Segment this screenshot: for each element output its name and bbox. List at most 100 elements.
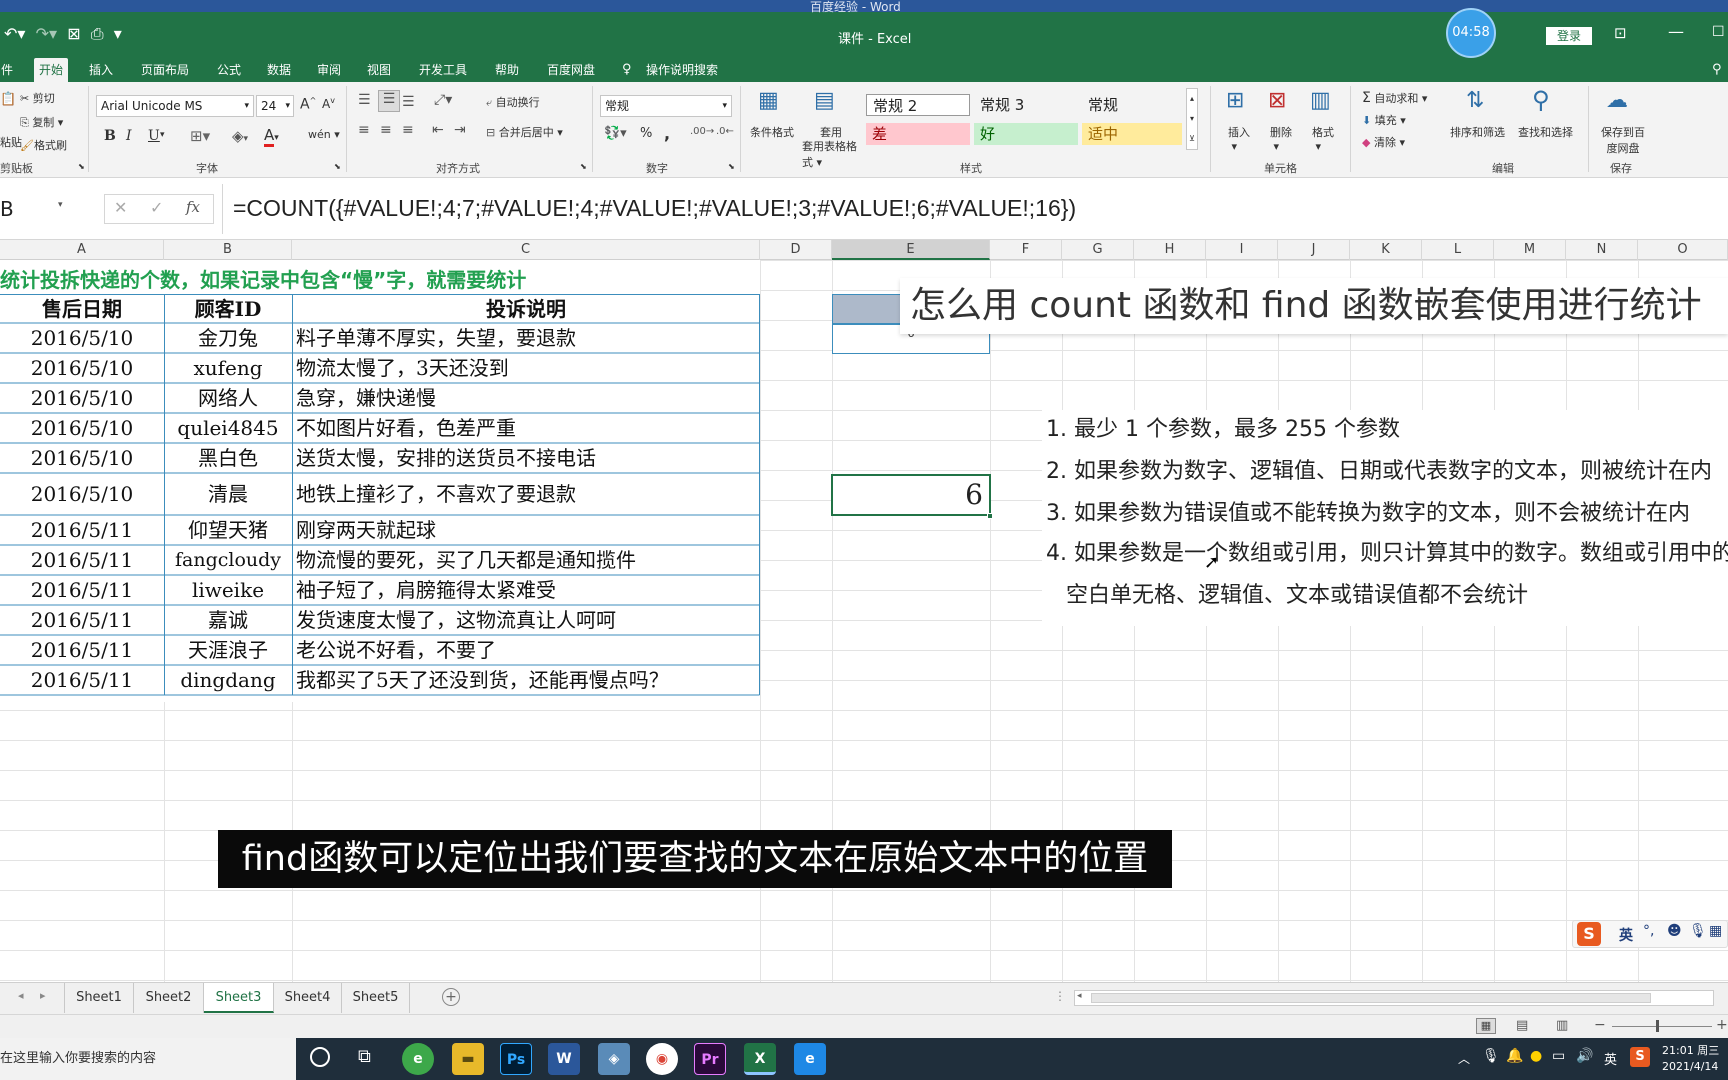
ime-language[interactable]: 英	[1619, 925, 1633, 945]
zoom-out-icon[interactable]: −	[1594, 1017, 1606, 1033]
tab-data[interactable]: 数据	[264, 58, 294, 82]
cut-button[interactable]: ✂ 剪切	[20, 90, 55, 106]
table-cell-complaint[interactable]: 刚穿两天就起球	[296, 516, 756, 544]
increase-indent-icon[interactable]: ⇥	[454, 122, 466, 138]
tray-notify-icon[interactable]: 🔔	[1506, 1048, 1523, 1064]
task-view-icon[interactable]: ⧉	[358, 1046, 371, 1067]
sogou-tray-icon[interactable]: S	[1630, 1047, 1650, 1067]
tray-language[interactable]: 英	[1604, 1049, 1617, 1068]
normal-view-icon[interactable]: ▦	[1476, 1018, 1496, 1034]
clipboard-launcher-icon[interactable]: ⬊	[78, 162, 85, 171]
redo-icon[interactable]: ↷▾	[36, 24, 57, 43]
font-color-button[interactable]: A▾	[264, 126, 279, 147]
undo-icon[interactable]: ↶▾	[4, 24, 25, 43]
zoom-slider-thumb[interactable]	[1656, 1020, 1659, 1032]
align-right-icon[interactable]: ≡	[402, 122, 414, 138]
decrease-indent-icon[interactable]: ⇤	[432, 122, 444, 138]
horizontal-scrollbar[interactable]: ◂	[1074, 990, 1714, 1006]
table-cell-complaint[interactable]: 物流太慢了，3天还没到	[296, 354, 756, 382]
cloud-icon[interactable]: ☁	[1606, 88, 1628, 113]
tab-help[interactable]: 帮助	[492, 58, 522, 82]
save-to-netdisk-button[interactable]: 保存到百度网盘	[1598, 124, 1648, 156]
table-cell-complaint[interactable]: 急穿，嫌快递慢	[296, 384, 756, 412]
align-left-icon[interactable]: ≡	[358, 122, 370, 138]
align-bottom-icon[interactable]: ☰	[402, 94, 415, 110]
tab-home[interactable]: 开始	[34, 58, 68, 82]
table-cell-date[interactable]: 2016/5/11	[0, 516, 164, 544]
column-header-f[interactable]: F	[990, 240, 1062, 260]
phonetic-icon[interactable]: wén ▾	[308, 128, 340, 141]
ime-toolbar[interactable]: S 英 °, ☻ 🎙 ▦	[1572, 920, 1728, 948]
conditional-format-button[interactable]: 条件格式	[750, 124, 794, 140]
table-cell-date[interactable]: 2016/5/10	[0, 444, 164, 472]
sheet-tab-5[interactable]: Sheet5	[342, 983, 410, 1013]
add-sheet-icon[interactable]: +	[442, 988, 460, 1006]
maximize-icon[interactable]: ☐	[1712, 24, 1725, 40]
sheet-tab-1[interactable]: Sheet1	[64, 983, 134, 1013]
style-good[interactable]: 好	[974, 123, 1078, 145]
bold-button[interactable]: B	[104, 128, 116, 144]
tab-split-handle[interactable]: ⋮	[1054, 989, 1066, 1003]
table-format-icon[interactable]: ▤	[814, 88, 835, 113]
customize-toolbar-icon[interactable]: ▾	[114, 24, 122, 43]
touch-mode-icon[interactable]: ⊠	[67, 24, 80, 43]
tab-insert[interactable]: 插入	[86, 58, 116, 82]
alignment-launcher-icon[interactable]: ⬊	[580, 162, 587, 171]
table-cell-id[interactable]: 清晨	[164, 480, 292, 508]
border-icon[interactable]: ⊞▾	[190, 127, 210, 145]
table-cell-id[interactable]: 仰望天猪	[164, 516, 292, 544]
number-format-select[interactable]: 常规 ▾	[600, 95, 732, 117]
enter-icon[interactable]: ✓	[150, 198, 163, 217]
wrap-text-button[interactable]: ⤶ 自动换行	[486, 94, 540, 110]
share-icon[interactable]: ⚲	[1712, 62, 1722, 77]
table-cell-id[interactable]: 天涯浪子	[164, 636, 292, 664]
comma-button[interactable]: ,	[664, 124, 670, 143]
fill-handle[interactable]	[987, 513, 993, 519]
table-cell-date[interactable]: 2016/5/10	[0, 384, 164, 412]
cancel-icon[interactable]: ✕	[114, 198, 127, 217]
font-size-select[interactable]: 24 ▾	[256, 95, 294, 117]
table-cell-complaint[interactable]: 袖子短了，肩膀箍得太紧难受	[296, 576, 756, 604]
table-cell-complaint[interactable]: 老公说不好看，不要了	[296, 636, 756, 664]
column-header-g[interactable]: G	[1062, 240, 1134, 260]
table-format-button[interactable]: 套用表格格式 ▾	[802, 138, 862, 170]
paste-icon[interactable]: 📋	[0, 92, 16, 107]
conditional-format-icon[interactable]: ▦	[758, 88, 779, 113]
percent-button[interactable]: %	[640, 126, 652, 141]
sheet-tab-3-active[interactable]: Sheet3	[204, 983, 274, 1013]
ie-icon[interactable]: e	[794, 1043, 826, 1075]
minimize-icon[interactable]: —	[1668, 22, 1684, 41]
print-preview-icon[interactable]: ⎙	[91, 24, 104, 43]
chevron-down-icon[interactable]: ▾	[160, 130, 165, 140]
copy-button[interactable]: ⎘ 复制 ▾	[20, 114, 63, 130]
table-cell-date[interactable]: 2016/5/10	[0, 324, 164, 352]
delete-cells-icon[interactable]: ⊠	[1268, 88, 1286, 113]
ribbon-display-icon[interactable]: ⊡	[1614, 24, 1627, 42]
format-cells-button[interactable]: 格式 ▾	[1312, 124, 1334, 153]
style-normal-2[interactable]: 常规 2	[866, 94, 970, 116]
tab-developer[interactable]: 开发工具	[414, 58, 472, 82]
cortana-icon[interactable]	[310, 1047, 330, 1067]
style-bad[interactable]: 差	[866, 123, 970, 145]
table-cell-complaint[interactable]: 我都买了5天了还没到货，还能再慢点吗？	[296, 666, 756, 694]
font-launcher-icon[interactable]: ⬊	[334, 162, 341, 171]
page-layout-view-icon[interactable]: ▤	[1516, 1018, 1528, 1033]
table-cell-date[interactable]: 2016/5/11	[0, 666, 164, 694]
tray-app-icon[interactable]: ●	[1530, 1048, 1542, 1064]
word-icon[interactable]: W	[548, 1043, 580, 1075]
sort-filter-button[interactable]: 排序和筛选	[1450, 124, 1505, 140]
orientation-icon[interactable]: ⤢▾	[434, 92, 452, 108]
column-header-k[interactable]: K	[1350, 240, 1422, 260]
tab-scroll-left-icon[interactable]: ◂	[18, 989, 24, 1002]
format-painter-button[interactable]: 🖌格式刷	[20, 137, 67, 153]
column-header-a[interactable]: A	[0, 240, 164, 260]
keyboard-icon[interactable]: ▦	[1709, 923, 1722, 939]
column-header-h[interactable]: H	[1134, 240, 1206, 260]
italic-button[interactable]: I	[126, 128, 132, 144]
fill-button[interactable]: ⬇ 填充 ▾	[1362, 112, 1406, 128]
table-cell-id[interactable]: 网络人	[164, 384, 292, 412]
table-cell-date[interactable]: 2016/5/11	[0, 546, 164, 574]
zoom-in-icon[interactable]: +	[1716, 1017, 1728, 1033]
tab-file[interactable]: 件	[0, 58, 14, 82]
tab-scroll-right-icon[interactable]: ▸	[40, 989, 46, 1002]
